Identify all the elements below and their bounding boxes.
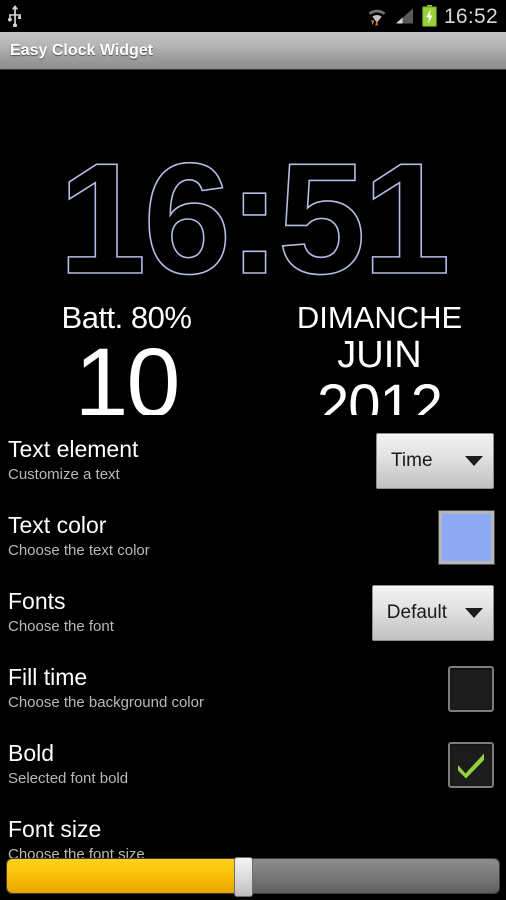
font-size-slider[interactable] bbox=[6, 857, 500, 897]
pref-widget bbox=[439, 510, 494, 564]
fill-time-checkbox[interactable] bbox=[448, 666, 494, 712]
pref-widget: Time bbox=[376, 433, 494, 489]
slider-fill bbox=[7, 859, 244, 893]
pref-summary: Choose the font bbox=[8, 618, 114, 636]
fonts-spinner[interactable]: Default bbox=[371, 585, 494, 641]
preview-left-column: Batt. 80% 10 bbox=[0, 301, 253, 415]
preview-year: 2012 bbox=[316, 373, 443, 415]
pref-title: Font size bbox=[8, 816, 102, 843]
status-bar-right: 16:52 bbox=[366, 5, 498, 27]
pref-title: Fonts bbox=[8, 588, 66, 615]
pref-widget: Default bbox=[371, 585, 494, 641]
status-bar: 16:52 bbox=[0, 0, 506, 32]
preference-list: Text element Customize a text Time Text … bbox=[0, 415, 506, 879]
signal-icon bbox=[395, 7, 415, 25]
pref-summary: Selected font bold bbox=[8, 770, 129, 788]
pref-summary: Choose the background color bbox=[8, 694, 204, 712]
pref-title: Fill time bbox=[8, 664, 88, 691]
text-color-swatch[interactable] bbox=[439, 510, 494, 564]
pref-texts: Bold Selected font bold bbox=[8, 740, 438, 789]
page-title: Easy Clock Widget bbox=[10, 41, 154, 59]
app-title-bar: Easy Clock Widget bbox=[0, 32, 506, 70]
pref-title: Bold bbox=[8, 740, 55, 767]
pref-row-text-element[interactable]: Text element Customize a text Time bbox=[0, 423, 506, 499]
preview-day: 10 bbox=[74, 327, 181, 415]
pref-texts: Text color Choose the text color bbox=[8, 512, 429, 561]
spinner-value: Default bbox=[386, 602, 447, 623]
pref-texts: Text element Customize a text bbox=[8, 436, 366, 485]
status-bar-left bbox=[6, 5, 24, 27]
usb-icon bbox=[6, 5, 24, 27]
preview-month: JUIN bbox=[337, 333, 422, 376]
preview-time: 16:51 bbox=[58, 131, 452, 307]
pref-title: Text element bbox=[8, 436, 139, 463]
preview-right-column: DIMANCHE JUIN 2012 bbox=[253, 300, 506, 415]
bold-checkbox[interactable] bbox=[448, 742, 494, 788]
pref-title: Text color bbox=[8, 512, 107, 539]
battery-charging-icon bbox=[422, 5, 437, 27]
wifi-icon bbox=[366, 6, 388, 26]
slider-thumb[interactable] bbox=[234, 857, 254, 897]
pref-row-text-color[interactable]: Text color Choose the text color bbox=[0, 499, 506, 575]
text-element-spinner[interactable]: Time bbox=[376, 433, 494, 489]
chevron-down-icon bbox=[465, 456, 483, 466]
pref-row-fonts[interactable]: Fonts Choose the font Default bbox=[0, 575, 506, 651]
font-size-slider-row[interactable] bbox=[0, 857, 506, 897]
checkmark-icon bbox=[455, 749, 487, 781]
preview-weekday: DIMANCHE bbox=[296, 300, 463, 335]
status-bar-clock: 16:52 bbox=[443, 4, 498, 28]
chevron-down-icon bbox=[465, 608, 483, 618]
pref-widget bbox=[448, 742, 494, 788]
pref-summary: Customize a text bbox=[8, 466, 120, 484]
pref-texts: Fonts Choose the font bbox=[8, 588, 362, 637]
pref-widget bbox=[448, 666, 494, 712]
pref-texts: Fill time Choose the background color bbox=[8, 664, 438, 713]
spinner-value: Time bbox=[391, 450, 433, 471]
pref-row-bold[interactable]: Bold Selected font bold bbox=[0, 727, 506, 803]
pref-row-fill-time[interactable]: Fill time Choose the background color bbox=[0, 651, 506, 727]
pref-summary: Choose the text color bbox=[8, 542, 150, 560]
widget-preview[interactable]: 16:51 Batt. 80% 10 DIMANCHE JUIN 2012 bbox=[0, 70, 506, 415]
